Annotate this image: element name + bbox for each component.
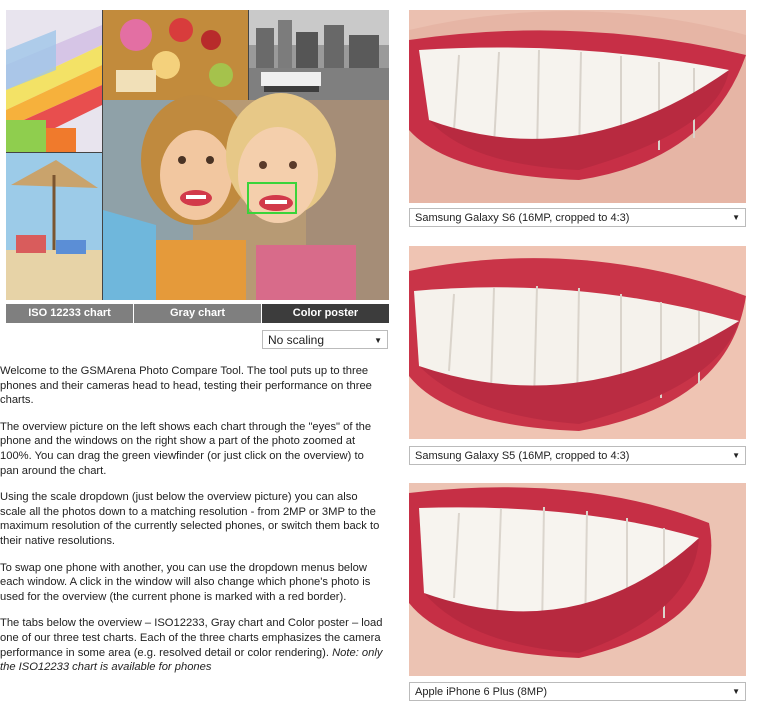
tab-gray-chart[interactable]: Gray chart	[134, 304, 262, 323]
city-photo	[249, 10, 389, 100]
phone-dropdown-value: Samsung Galaxy S6 (16MP, cropped to 4:3)	[415, 212, 630, 224]
tab-iso-12233-chart[interactable]: ISO 12233 chart	[6, 304, 134, 323]
chevron-down-icon: ▼	[732, 451, 740, 460]
description-paragraph: The overview picture on the left shows e…	[0, 420, 372, 477]
beach-photo	[6, 153, 102, 300]
chevron-down-icon: ▼	[732, 687, 740, 696]
description-text: The tabs below the overview – ISO12233, …	[0, 617, 383, 659]
phone-dropdown-value: Apple iPhone 6 Plus (8MP)	[415, 686, 548, 698]
phone-dropdown-value: Samsung Galaxy S5 (16MP, cropped to 4:3)	[415, 450, 630, 462]
scale-dropdown-value: No scaling	[268, 333, 325, 347]
tool-description: Welcome to the GSMArena Photo Compare To…	[0, 364, 385, 687]
phone-dropdown-2[interactable]: Samsung Galaxy S5 (16MP, cropped to 4:3)…	[409, 446, 746, 465]
description-paragraph: Using the scale dropdown (just below the…	[0, 491, 380, 547]
food-photo	[103, 10, 248, 100]
color-swatch-panel	[6, 10, 102, 152]
portrait-photo	[103, 93, 389, 300]
chart-tabs: ISO 12233 chart Gray chart Color poster	[6, 304, 389, 323]
description-paragraph: To swap one phone with another, you can …	[0, 561, 371, 603]
scale-dropdown[interactable]: No scaling ▼	[262, 330, 388, 349]
tab-color-poster[interactable]: Color poster	[262, 304, 389, 323]
phone-dropdown-3[interactable]: Apple iPhone 6 Plus (8MP) ▼	[409, 682, 746, 701]
chevron-down-icon: ▼	[732, 213, 740, 222]
description-paragraph: The tabs below the overview – ISO12233, …	[0, 616, 385, 674]
zoom-window-3[interactable]	[409, 483, 746, 676]
overview-picture[interactable]	[6, 10, 389, 300]
chevron-down-icon: ▼	[374, 336, 382, 345]
zoom-window-2[interactable]	[409, 246, 746, 439]
phone-dropdown-1[interactable]: Samsung Galaxy S6 (16MP, cropped to 4:3)…	[409, 208, 746, 227]
description-paragraph: Welcome to the GSMArena Photo Compare To…	[0, 365, 372, 407]
zoom-window-1[interactable]	[409, 10, 746, 203]
